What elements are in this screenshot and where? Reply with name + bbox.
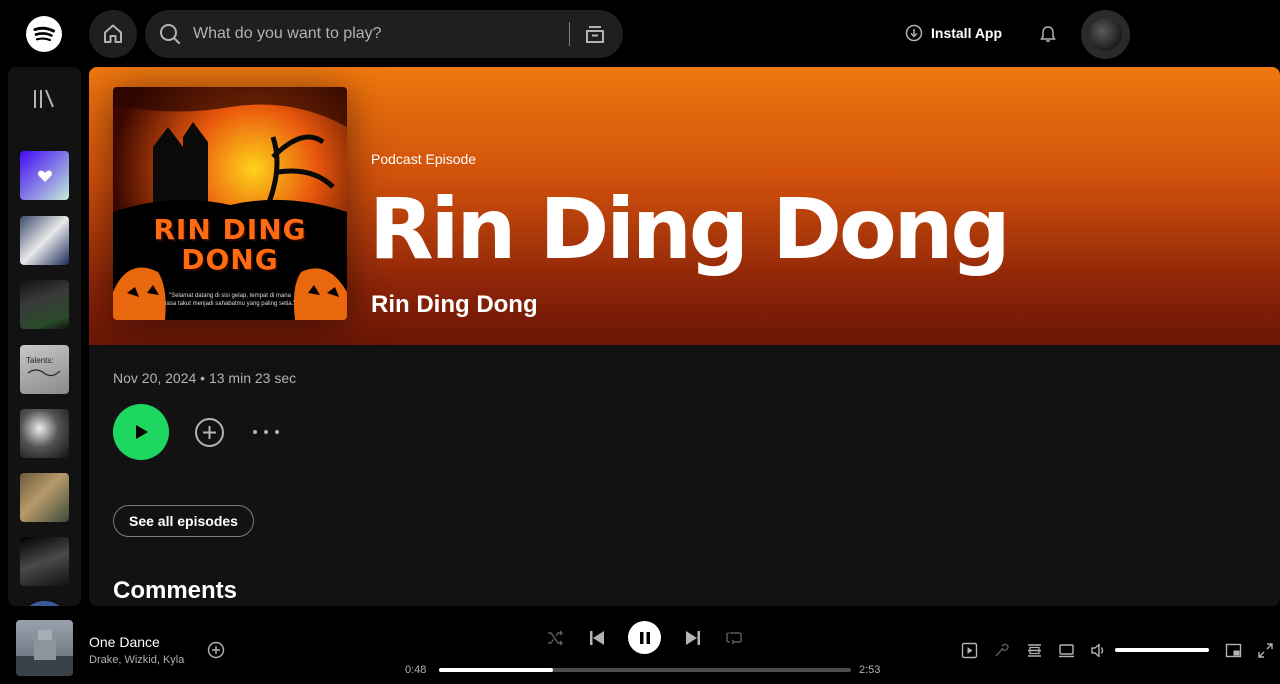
- avatar[interactable]: [1081, 10, 1130, 59]
- top-bar: Install App: [0, 0, 1280, 67]
- repeat-icon[interactable]: [725, 629, 743, 647]
- episode-header: RIN DING DONG "Selamat datang di sisi ge…: [89, 67, 1280, 345]
- bell-icon[interactable]: [1038, 24, 1058, 44]
- episode-title: Rin Ding Dong: [369, 180, 1011, 278]
- svg-text:Talents:: Talents:: [26, 356, 54, 365]
- now-playing-cover[interactable]: [16, 620, 73, 676]
- playlist-item[interactable]: [20, 409, 69, 458]
- install-app-label: Install App: [931, 25, 1003, 41]
- progress-bar[interactable]: [439, 668, 851, 672]
- now-playing-artists[interactable]: Drake, Wizkid, Kyla: [89, 654, 184, 666]
- volume-fill: [1115, 648, 1209, 652]
- download-icon: [905, 24, 923, 42]
- add-to-liked-icon[interactable]: [207, 641, 225, 659]
- show-name-link[interactable]: Rin Ding Dong: [371, 291, 538, 319]
- progress-fill: [439, 668, 554, 672]
- playlist-item[interactable]: [20, 216, 69, 265]
- lyrics-icon[interactable]: [993, 642, 1010, 659]
- library-icon[interactable]: [32, 87, 56, 111]
- play-button[interactable]: [113, 404, 169, 460]
- playlist-item[interactable]: [20, 473, 69, 522]
- playlist-item[interactable]: Talents:: [20, 345, 69, 394]
- cover-title-art: RIN DING DONG: [153, 213, 307, 276]
- volume-icon[interactable]: [1090, 642, 1107, 659]
- next-icon[interactable]: [684, 629, 702, 647]
- episode-type-label: Podcast Episode: [371, 151, 477, 167]
- episode-cover: RIN DING DONG "Selamat datang di sisi ge…: [113, 87, 347, 320]
- search-icon[interactable]: [158, 22, 182, 46]
- install-app-button[interactable]: Install App: [905, 24, 1002, 42]
- spotify-logo-icon[interactable]: [26, 16, 62, 52]
- elapsed-time: 0:48: [405, 664, 427, 676]
- playlist-item[interactable]: [20, 280, 69, 329]
- volume-slider[interactable]: [1115, 648, 1209, 652]
- play-icon: [136, 425, 148, 439]
- add-to-library-icon[interactable]: [194, 417, 225, 448]
- see-all-episodes-button[interactable]: See all episodes: [113, 505, 254, 537]
- cover-caption-art: "Selamat datang di sisi gelap, tempat di…: [164, 293, 296, 307]
- playlist-item[interactable]: [20, 537, 69, 586]
- home-icon: [104, 24, 122, 43]
- search-input[interactable]: [193, 10, 593, 58]
- now-playing-view-icon[interactable]: [961, 642, 978, 659]
- main-content: RIN DING DONG "Selamat datang di sisi ge…: [89, 67, 1280, 606]
- search-bar: [145, 10, 623, 58]
- more-options-icon[interactable]: [252, 419, 280, 445]
- library-sidebar: Talents:: [8, 67, 81, 606]
- home-button[interactable]: [89, 10, 137, 58]
- episode-meta: Nov 20, 2024 • 13 min 23 sec: [113, 370, 297, 386]
- previous-icon[interactable]: [588, 629, 606, 647]
- connect-device-icon[interactable]: [1058, 642, 1075, 659]
- player-bar: One Dance Drake, Wizkid, Kyla 0:48 2:53: [0, 606, 1280, 684]
- pause-icon: [639, 631, 650, 644]
- avatar-image: [1089, 18, 1122, 51]
- talents-sleeping-art: Talents:: [26, 356, 61, 377]
- queue-icon[interactable]: [1026, 642, 1043, 659]
- pause-button[interactable]: [628, 621, 661, 654]
- comments-heading: Comments: [113, 577, 238, 604]
- heart-icon: [37, 170, 52, 182]
- fullscreen-icon[interactable]: [1257, 642, 1274, 659]
- miniplayer-icon[interactable]: [1225, 642, 1242, 659]
- duration-time: 2:53: [859, 664, 881, 676]
- browse-icon[interactable]: [583, 22, 607, 46]
- search-divider: [569, 22, 570, 46]
- liked-songs-item[interactable]: [20, 151, 69, 200]
- shuffle-icon[interactable]: [546, 629, 564, 647]
- now-playing-title[interactable]: One Dance: [89, 634, 160, 650]
